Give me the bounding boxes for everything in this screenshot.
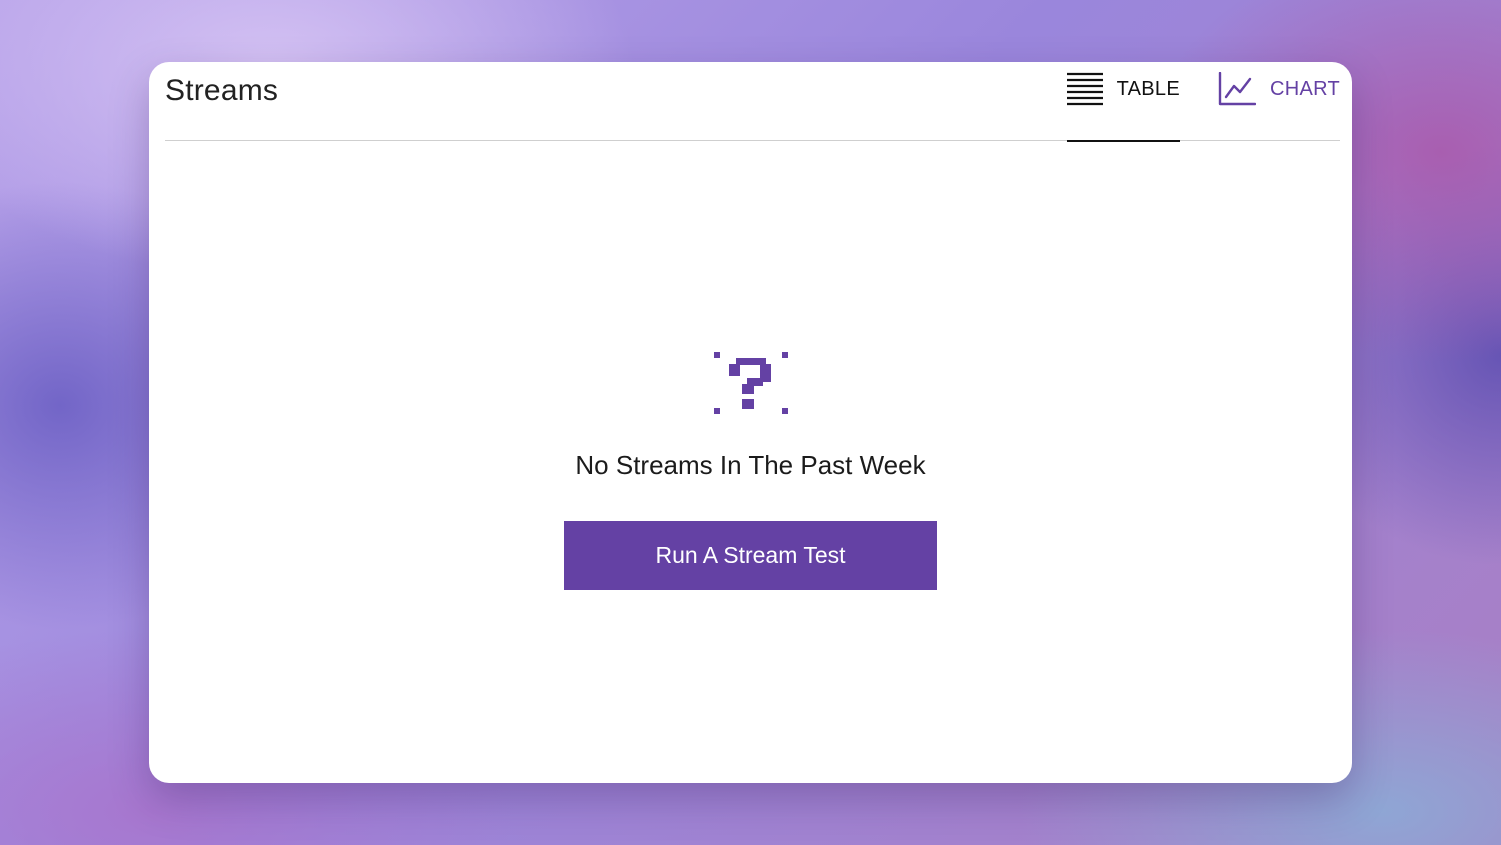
card-header: Streams TABLE CHART [165,62,1340,142]
view-tabs: TABLE CHART [1066,62,1340,142]
line-chart-icon [1218,72,1256,106]
empty-state-message: No Streams In The Past Week [575,450,926,480]
page-title: Streams [165,74,279,107]
run-stream-test-button[interactable]: Run A Stream Test [564,521,937,590]
tab-chart-label: CHART [1269,77,1340,100]
streams-card: Streams TABLE CHART No Streams In The Pa… [149,62,1352,783]
empty-state: No Streams In The Past Week Run A Stream… [149,352,1352,590]
question-mark-icon [713,352,788,414]
tab-table[interactable]: TABLE [1066,62,1180,142]
tab-chart[interactable]: CHART [1218,62,1340,142]
table-icon [1066,72,1103,106]
tab-table-label: TABLE [1116,77,1180,100]
